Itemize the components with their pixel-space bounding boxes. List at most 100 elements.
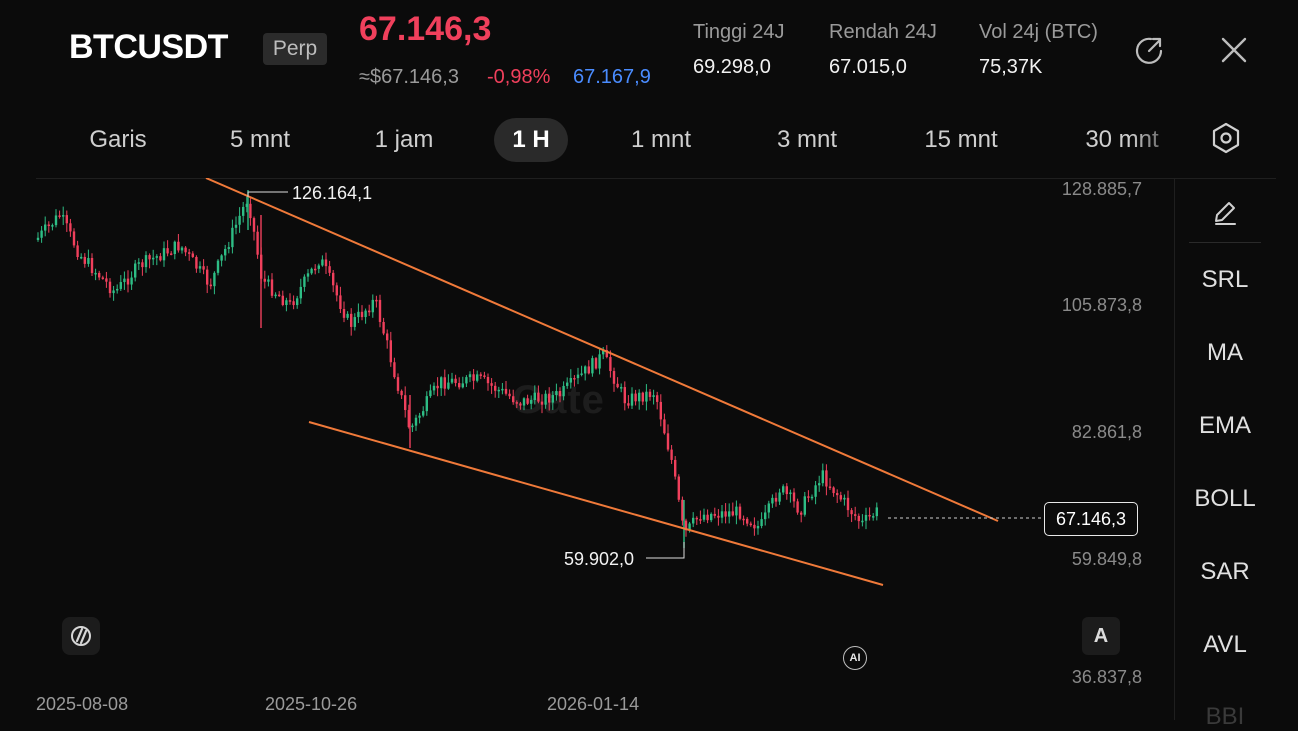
indicator-avl[interactable]: AVL bbox=[1174, 631, 1276, 659]
candle-body bbox=[476, 374, 479, 381]
candle-body bbox=[522, 398, 526, 406]
candle-body bbox=[101, 277, 104, 279]
candle-body bbox=[443, 377, 446, 389]
candle-body bbox=[530, 399, 533, 404]
tab-3m[interactable]: 3 mnt bbox=[754, 118, 860, 162]
candle-body bbox=[591, 358, 594, 374]
candle-body bbox=[785, 486, 788, 495]
price-tick-1: 128.885,7 bbox=[1061, 179, 1142, 199]
candle-body bbox=[479, 374, 482, 376]
settings-gear-icon[interactable] bbox=[1206, 118, 1246, 158]
candle-body bbox=[465, 377, 468, 384]
indicator-srl[interactable]: SRL bbox=[1174, 266, 1276, 294]
tab-1jam[interactable]: 1 jam bbox=[356, 118, 452, 162]
candle-body bbox=[80, 256, 83, 259]
candle-body bbox=[821, 470, 824, 484]
candle-body bbox=[126, 278, 130, 285]
candle-body bbox=[429, 390, 432, 397]
candle-body bbox=[720, 511, 724, 518]
candle-body bbox=[180, 247, 184, 251]
tab-15m[interactable]: 15 mnt bbox=[902, 118, 1020, 162]
candle-body bbox=[58, 215, 61, 217]
candle-body bbox=[454, 378, 457, 384]
high-24h-label: Tinggi 24J bbox=[693, 21, 785, 43]
indicator-bbi[interactable]: BBI bbox=[1174, 703, 1276, 731]
candle-body bbox=[537, 392, 540, 402]
candle-body bbox=[836, 493, 839, 496]
candle-body bbox=[814, 485, 817, 497]
indicator-ema[interactable]: EMA bbox=[1174, 412, 1276, 440]
candle-body bbox=[328, 266, 331, 273]
date-tick-2: 2025-10-26 bbox=[265, 694, 358, 714]
candle-body bbox=[616, 383, 619, 388]
low-marker-label: 59.902,0 bbox=[564, 549, 635, 569]
candle-body bbox=[666, 433, 670, 450]
candle-body bbox=[555, 391, 558, 396]
candle-body bbox=[108, 281, 112, 294]
candle-body bbox=[202, 266, 205, 270]
candle-body bbox=[40, 230, 43, 238]
vol-24h-label: Vol 24j (BTC) bbox=[979, 21, 1098, 43]
tab-5m[interactable]: 5 mnt bbox=[206, 118, 314, 162]
candle-body bbox=[98, 272, 101, 278]
candle-body bbox=[861, 520, 864, 523]
tab-1m[interactable]: 1 mnt bbox=[610, 118, 712, 162]
candle-body bbox=[130, 277, 133, 285]
candle-body bbox=[238, 215, 241, 225]
close-icon[interactable] bbox=[1216, 32, 1252, 68]
candle-body bbox=[630, 393, 634, 406]
high-marker-label: 126.164,1 bbox=[292, 183, 373, 203]
candle-body bbox=[177, 241, 180, 251]
candle-body bbox=[155, 256, 158, 258]
candle-body bbox=[724, 511, 727, 517]
candle-body bbox=[123, 278, 126, 283]
candle-body bbox=[105, 278, 108, 282]
ai-button[interactable]: AI bbox=[843, 646, 867, 670]
tab-garis[interactable]: Garis bbox=[72, 118, 164, 162]
low-24h-value: 67.015,0 bbox=[829, 56, 907, 78]
candles-group bbox=[36, 190, 878, 548]
indicator-sar[interactable]: SAR bbox=[1174, 558, 1276, 586]
candle-body bbox=[872, 516, 875, 518]
candle-body bbox=[44, 224, 47, 231]
candle-body bbox=[512, 396, 515, 403]
candle-body bbox=[224, 248, 227, 256]
candle-body bbox=[339, 295, 342, 309]
high-marker-line bbox=[247, 191, 288, 197]
indicator-ma[interactable]: MA bbox=[1174, 339, 1276, 367]
candle-body bbox=[346, 313, 349, 318]
pencil-icon[interactable] bbox=[1207, 194, 1243, 230]
candle-body bbox=[440, 377, 443, 389]
candle-body bbox=[627, 403, 630, 406]
candle-body bbox=[170, 253, 173, 255]
candle-body bbox=[764, 512, 767, 520]
candle-body bbox=[281, 295, 284, 306]
tabs-fade bbox=[1130, 110, 1190, 166]
candle-body bbox=[209, 284, 212, 287]
candle-body bbox=[220, 255, 223, 261]
symbol-title[interactable]: BTCUSDT bbox=[69, 28, 228, 67]
candle-body bbox=[810, 496, 814, 499]
tab-1h[interactable]: 1 H bbox=[494, 118, 568, 162]
candle-body bbox=[306, 273, 310, 277]
candle-body bbox=[342, 308, 346, 318]
candle-body bbox=[317, 265, 320, 269]
chart-logo-button[interactable] bbox=[62, 617, 100, 655]
candle-body bbox=[850, 510, 853, 515]
indicator-boll[interactable]: BOLL bbox=[1174, 485, 1276, 513]
candle-body bbox=[324, 259, 328, 267]
candle-body bbox=[846, 497, 850, 511]
candle-body bbox=[382, 321, 385, 334]
candle-body bbox=[256, 231, 259, 255]
candle-body bbox=[472, 374, 475, 381]
candle-body bbox=[411, 425, 414, 428]
candle-body bbox=[573, 378, 576, 380]
candlestick-chart[interactable] bbox=[0, 178, 1174, 720]
share-icon[interactable] bbox=[1131, 32, 1167, 68]
candle-body bbox=[670, 449, 673, 460]
candle-body bbox=[47, 224, 50, 227]
candle-body bbox=[519, 403, 522, 406]
auto-scale-button[interactable]: A bbox=[1082, 617, 1120, 655]
candle-body bbox=[87, 257, 90, 264]
candle-body bbox=[749, 523, 752, 526]
